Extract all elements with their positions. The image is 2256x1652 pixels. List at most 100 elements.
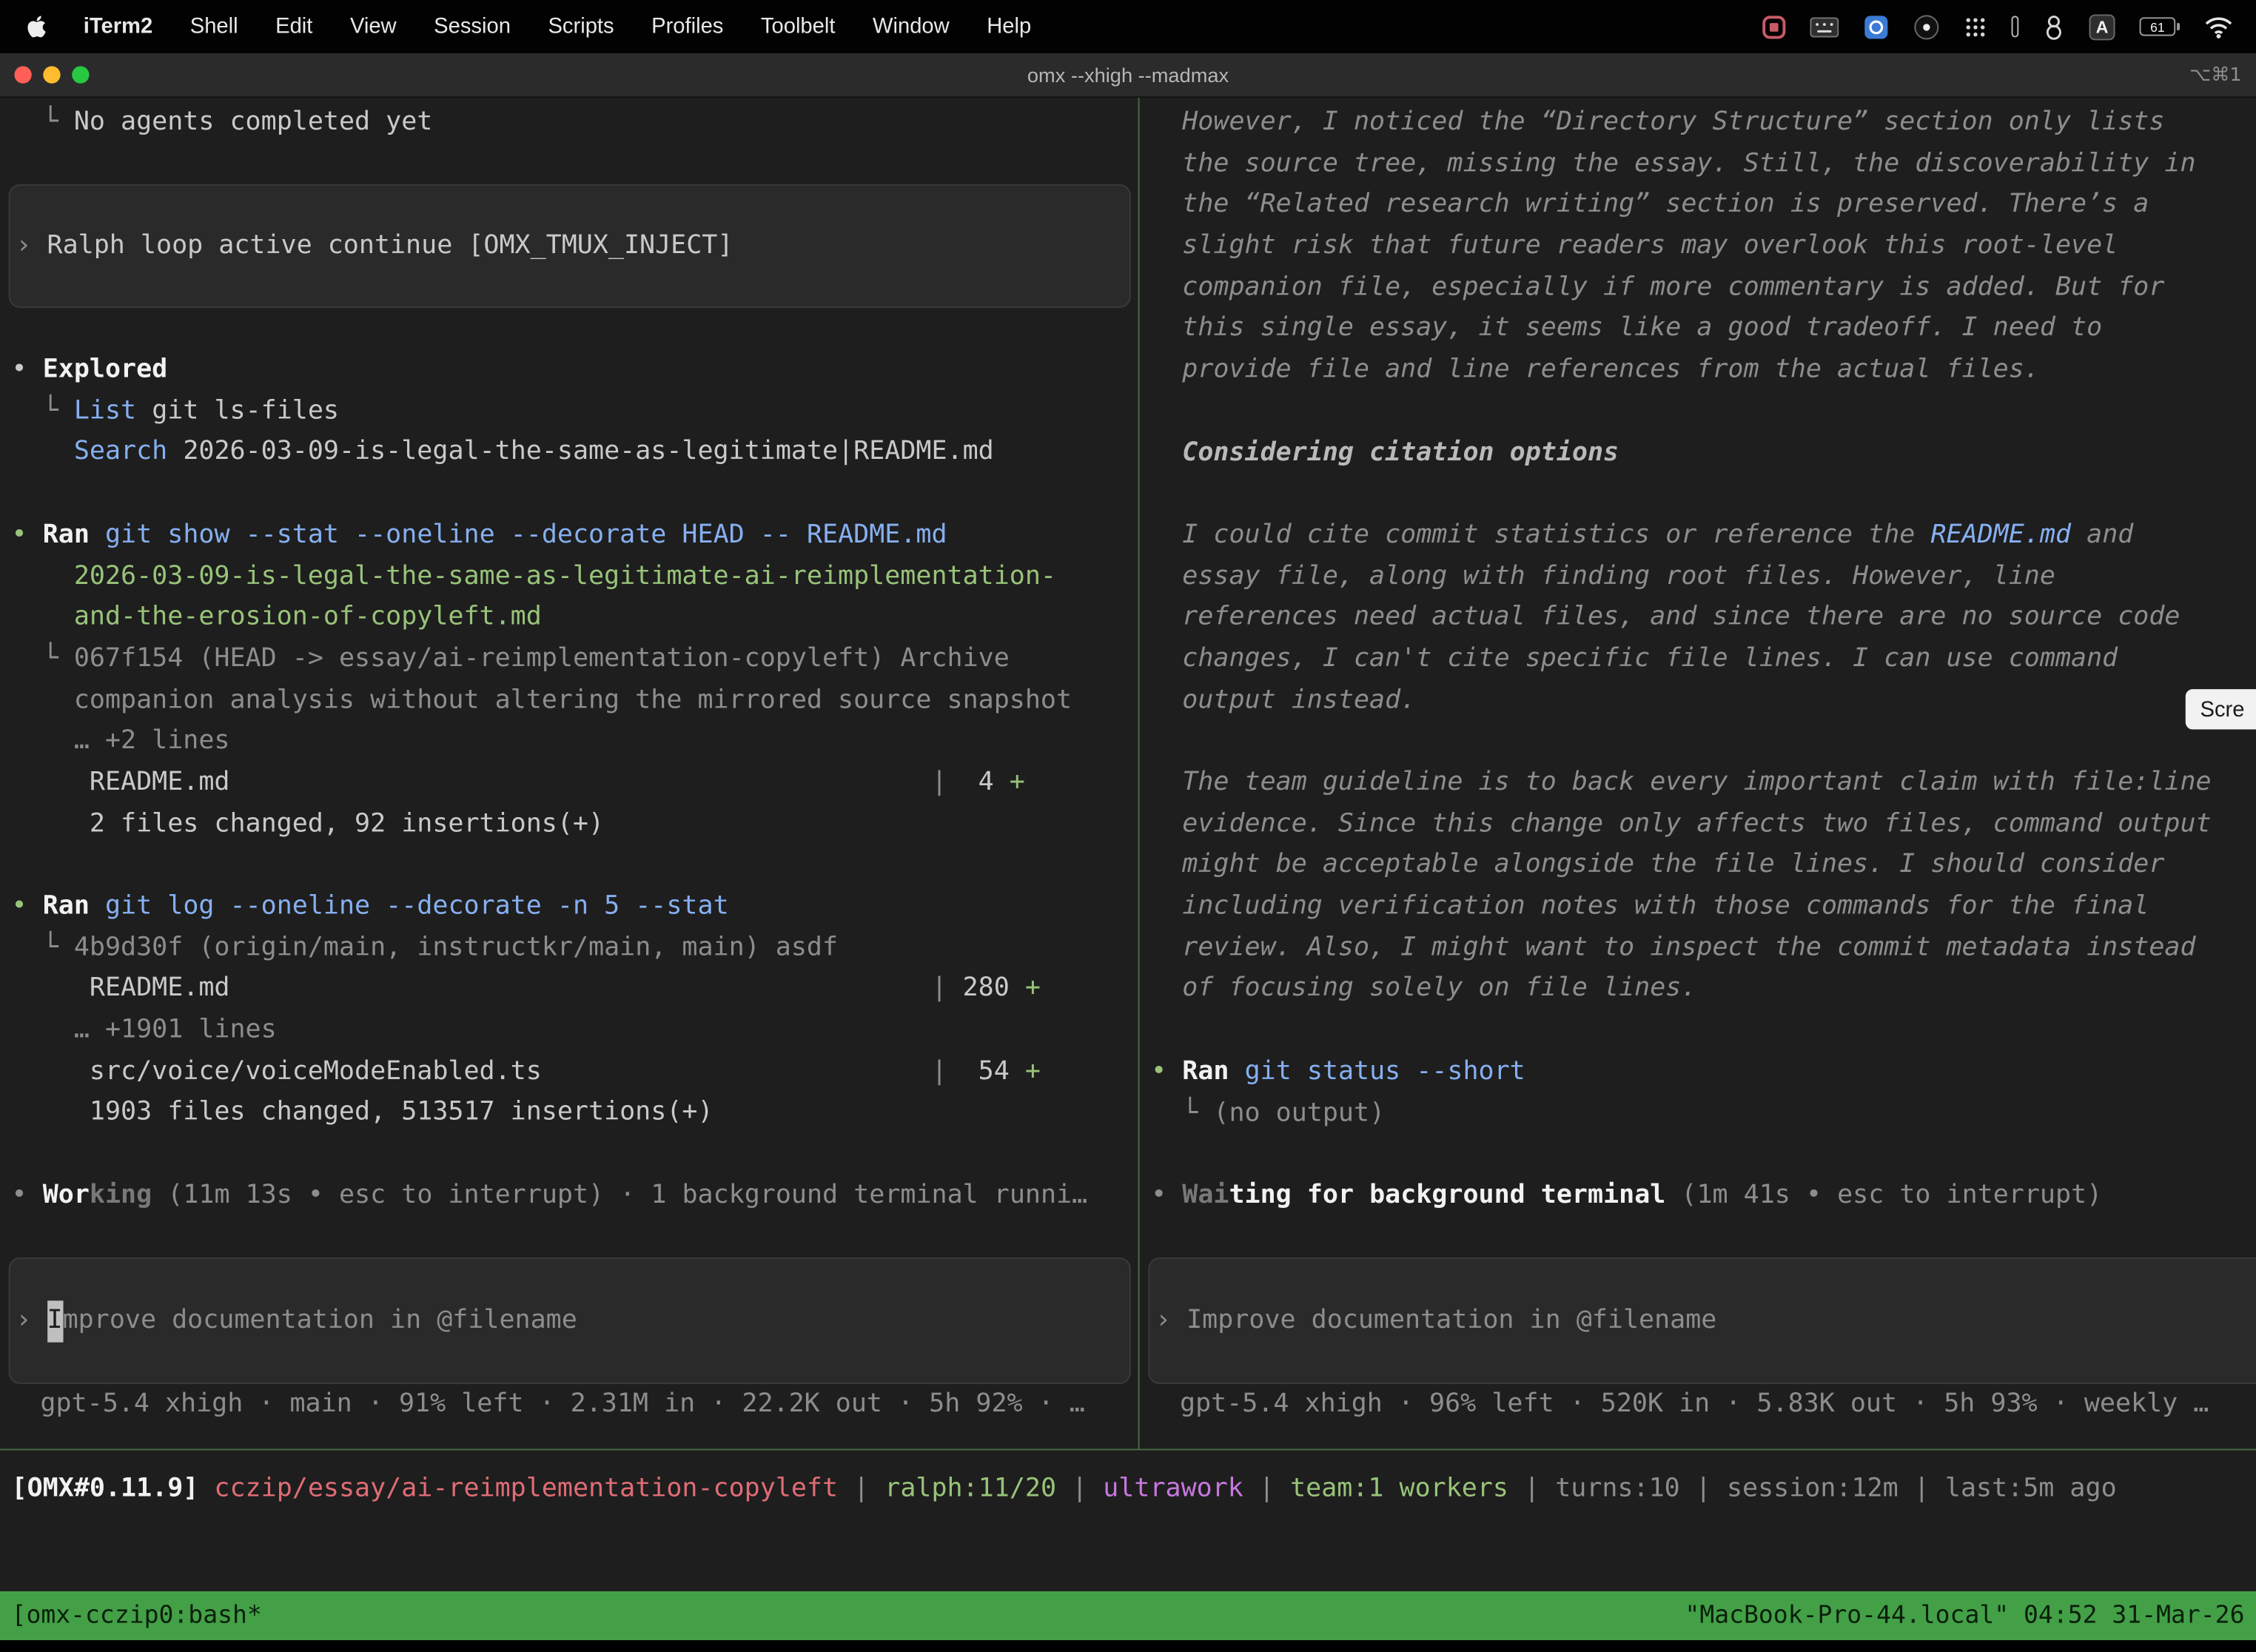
text-segment: the “Related research writing” section i… [1151,189,2149,219]
menu-item-toolbelt[interactable]: Toolbelt [742,14,854,38]
text-segment: Wai [1182,1180,1229,1210]
text-segment: changes, I can't cite specific file line… [1151,643,2118,674]
terminal-line: src/voice/voiceModeEnabled.ts | 54 + [12,1052,1138,1093]
separator-pill-icon[interactable] [2012,16,2019,37]
prompt-input-left[interactable]: › Improve documentation in @filename [9,1258,1131,1384]
text-segment: git ls-files [136,395,339,426]
text-segment: · 1 background terminal runni… [604,1180,1087,1210]
text-segment: cczip/essay/ai-reimplementation-copyleft [214,1474,838,1504]
text-segment: … +1901 lines [12,1015,277,1045]
terminal-line: … +2 lines [12,721,1138,762]
text-segment: + [1025,1055,1041,1086]
terminal-line: … +1901 lines [12,1010,1138,1052]
text-segment: • [1151,1180,1182,1210]
prompt-input-right[interactable]: › Improve documentation in @filename [1148,1258,2256,1384]
text-segment: Ran [43,890,90,921]
keyboard-icon[interactable] [1810,16,1839,36]
terminal-line: output instead. [1151,680,2256,722]
terminal-line: • Ran git status --short [1151,1052,2256,1093]
text-segment: Explored [43,354,168,384]
menubar: iTerm2 Shell Edit View Session Scripts P… [0,0,2256,53]
terminal-line: • Waiting for background terminal (1m 41… [1151,1175,2256,1217]
text-segment: ting for background terminal [1229,1180,1665,1210]
terminal-line: └ 4b9d30f (origin/main, instructkr/main,… [12,927,1138,969]
terminal-line: might be acceptable alongside the file l… [1151,845,2256,887]
battery-icon[interactable]: 61 [2140,17,2180,36]
text-segment: output instead. [1151,685,1416,715]
text-segment: | [1899,1474,1945,1504]
text-segment: 4b9d30f (origin/main, instructkr/main, m… [74,932,838,962]
minimize-button[interactable] [43,66,60,83]
text-segment: The team guideline is to back every impo… [1151,767,2212,797]
terminal-line: of focusing solely on file lines. [1151,969,2256,1010]
text-segment [90,890,105,921]
tmux-host-time: "MacBook-Pro-44.local" 04:52 31-Mar-26 [1685,1602,2244,1631]
terminal-line: 2026-03-09-is-legal-the-same-as-legitima… [12,556,1138,597]
text-segment: └ [12,932,74,962]
input-placeholder: mprove documentation in @filename [63,1300,577,1342]
terminal-line: └ 067f154 (HEAD -> essay/ai-reimplementa… [12,639,1138,680]
zoom-button[interactable] [72,66,89,83]
menu-item-shell[interactable]: Shell [171,14,256,38]
text-segment: └ [1151,1097,1213,1127]
terminal-line: Considering citation options [1151,432,2256,474]
menu-item-help[interactable]: Help [968,14,1050,38]
terminal-line: this single essay, it seems like a good … [1151,309,2256,350]
text-segment: [OMX#0.11.9] [12,1474,215,1504]
text-segment: 1903 files changed, 513517 insertions(+) [12,1097,714,1127]
banner-text: Ralph loop active continue [OMX_TMUX_INJ… [47,226,733,267]
menubar-status-items: A 61 [1762,13,2241,39]
screen-edge-button[interactable]: Scre [2186,689,2256,729]
text-segment: might be acceptable alongside the file l… [1151,850,2164,880]
terminal-line: essay file, along with finding root file… [1151,556,2256,597]
wifi-icon[interactable] [2204,15,2233,38]
app-icon-dark-circle[interactable] [1913,13,1939,39]
text-segment: • [12,354,43,384]
terminal-panes: └ No agents completed yet › Ralph loop a… [0,98,2256,1448]
text-segment: | [542,1055,947,1086]
input-source-icon[interactable]: A [2089,13,2115,39]
tmux-status-bar: [omx-cczip0:bash* "MacBook-Pro-44.local"… [0,1591,2256,1640]
text-segment [1665,1180,1681,1210]
terminal-line: README.md | 4 + [12,762,1138,804]
text-segment: this single essay, it seems like a good … [1151,313,2102,343]
text-segment: the source tree, missing the essay. Stil… [1151,148,2195,178]
menu-item-edit[interactable]: Edit [257,14,332,38]
apple-icon [26,14,47,38]
text-segment: Ran [1182,1055,1229,1086]
screen: iTerm2 Shell Edit View Session Scripts P… [0,0,2256,1652]
screen-recording-stop-icon[interactable] [1762,15,1785,38]
left-top-lines: └ No agents completed yet [12,102,1138,185]
text-segment: Search [74,437,167,467]
model-status-line-right: gpt-5.4 xhigh · 96% left · 520K in · 5.8… [1151,1385,2256,1426]
menu-item-profiles[interactable]: Profiles [633,14,742,38]
text-segment: | [1508,1474,1555,1504]
dots-grid-icon[interactable] [1964,15,1987,38]
text-segment: king [90,1180,152,1210]
titlebar[interactable]: omx --xhigh --madmax ⌥⌘1 [0,53,2256,98]
window-title: omx --xhigh --madmax [0,64,2256,87]
text-segment: + [1010,767,1025,797]
app-icon-outline[interactable] [2043,13,2064,39]
prompt-chevron: › [1155,1300,1186,1342]
text-segment: … +2 lines [12,725,230,756]
tmux-session-info: [omx-cczip0:bash* [12,1602,262,1631]
apple-menu[interactable] [14,14,64,38]
menu-item-window[interactable]: Window [854,14,968,38]
text-cursor: I [47,1300,63,1342]
text-segment: (no output) [1213,1097,1385,1127]
prompt-chevron: › [16,226,47,267]
menu-item-scripts[interactable]: Scripts [529,14,633,38]
menu-item-session[interactable]: Session [415,14,529,38]
text-segment: (1m 41s • esc to interrupt) [1681,1180,2102,1210]
close-button[interactable] [14,66,31,83]
app-icon-blue[interactable] [1863,13,1889,39]
text-segment: session:12m [1727,1474,1899,1504]
terminal-line: the source tree, missing the essay. Stil… [1151,144,2256,185]
text-segment: | [1056,1474,1103,1504]
menu-item-view[interactable]: View [332,14,415,38]
menu-item-iterm2[interactable]: iTerm2 [64,14,171,38]
text-segment: └ [12,107,74,137]
terminal-line: • Ran git show --stat --oneline --decora… [12,515,1138,557]
terminal-line: └ (no output) [1151,1092,2256,1134]
